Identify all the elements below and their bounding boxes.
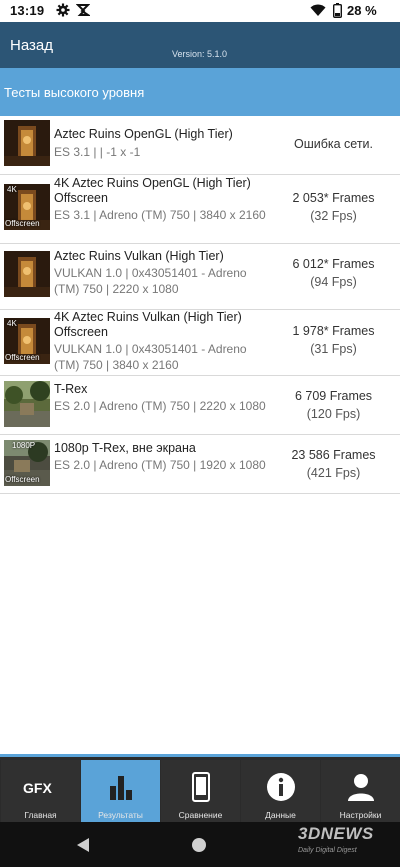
back-button[interactable]: Назад	[10, 37, 53, 54]
test-name: 1080p T-Rex, вне экрана	[54, 441, 196, 455]
nav-results[interactable]: Результаты	[81, 760, 160, 822]
nav-home-label: Главная	[24, 810, 57, 820]
test-fps: (94 Fps)	[310, 275, 357, 289]
nav-results-label: Результаты	[98, 810, 143, 820]
test-row[interactable]: Aztec Ruins OpenGL (High Tier) ES 3.1 | …	[0, 116, 400, 175]
nav-data-label: Данные	[265, 810, 296, 820]
thumb-tag-offscreen: Offscreen	[5, 475, 40, 484]
phone-icon	[192, 772, 210, 802]
test-details: ES 2.0 | Adreno (TM) 750 | 1920 x 1080	[54, 458, 266, 472]
app-header: Назад Version: 5.1.0	[0, 22, 400, 68]
test-name: 4K Aztec Ruins OpenGL (High Tier) Offscr…	[54, 176, 251, 205]
test-row[interactable]: Aztec Ruins Vulkan (High Tier) VULKAN 1.…	[0, 244, 400, 310]
nav-settings[interactable]: Настройки	[321, 760, 400, 822]
test-thumbnail: 1080P Offscreen	[4, 440, 50, 486]
info-icon	[267, 773, 295, 801]
user-icon	[348, 774, 374, 801]
test-thumbnail: 4K Offscreen	[4, 318, 50, 364]
nav-home[interactable]: GFX Главная	[1, 760, 80, 822]
test-details: VULKAN 1.0 | 0x43051401 - Adreno (TM) 75…	[54, 342, 247, 372]
gfx-notification-icon	[76, 4, 90, 16]
test-fps: (32 Fps)	[310, 209, 357, 223]
test-thumbnail	[4, 120, 50, 166]
watermark-logo: 3DNEWS Daily Digital Digest	[290, 822, 398, 867]
gfx-logo-icon: GFX	[23, 780, 52, 796]
test-row[interactable]: 1080P Offscreen 1080p T-Rex, вне экрана …	[0, 435, 400, 494]
test-name: T-Rex	[54, 382, 88, 396]
bottom-navigation: GFX Главная Результаты Сравнение Данные …	[0, 754, 400, 822]
test-result: 1 978* Frames	[292, 324, 375, 338]
test-details: ES 2.0 | Adreno (TM) 750 | 2220 x 1080	[54, 399, 266, 413]
watermark-sub: Daily Digital Digest	[298, 847, 357, 854]
thumb-tag-offscreen: Offscreen	[5, 353, 40, 362]
bar-chart-icon	[110, 776, 132, 800]
test-result: 6 012* Frames	[292, 257, 375, 271]
test-list: Aztec Ruins OpenGL (High Tier) ES 3.1 | …	[0, 116, 400, 494]
test-fps: (120 Fps)	[306, 407, 361, 421]
test-details: ES 3.1 | Adreno (TM) 750 | 3840 x 2160	[54, 208, 266, 222]
nav-data[interactable]: Данные	[241, 760, 320, 822]
system-home-icon[interactable]	[192, 838, 206, 852]
status-bar: 13:19 28 %	[0, 0, 400, 22]
section-title: Тесты высокого уровня	[4, 85, 145, 100]
test-result: 6 709 Frames	[294, 389, 373, 403]
nav-compare[interactable]: Сравнение	[161, 760, 240, 822]
thumb-tag: 4K	[7, 319, 17, 328]
test-result: 23 586 Frames	[291, 448, 376, 462]
test-row[interactable]: 4K Offscreen 4K Aztec Ruins OpenGL (High…	[0, 175, 400, 244]
section-header: Тесты высокого уровня	[0, 68, 400, 116]
test-row[interactable]: T-Rex ES 2.0 | Adreno (TM) 750 | 2220 x …	[0, 376, 400, 435]
test-name: Aztec Ruins Vulkan (High Tier)	[54, 249, 224, 263]
status-time: 13:19	[10, 3, 45, 18]
test-name: 4K Aztec Ruins Vulkan (High Tier) Offscr…	[54, 310, 242, 339]
battery-percent: 28 %	[347, 3, 377, 18]
wifi-icon	[310, 4, 326, 16]
watermark-main: 3DNEWS	[298, 824, 374, 843]
test-row[interactable]: 4K Offscreen 4K Aztec Ruins Vulkan (High…	[0, 310, 400, 376]
nav-settings-label: Настройки	[339, 810, 382, 820]
test-thumbnail: 4K Offscreen	[4, 184, 50, 230]
test-details: VULKAN 1.0 | 0x43051401 - Adreno (TM) 75…	[54, 266, 247, 296]
test-result: 2 053* Frames	[292, 191, 375, 205]
test-details: ES 3.1 | | -1 x -1	[54, 145, 141, 159]
nav-compare-label: Сравнение	[178, 810, 223, 820]
test-fps: (31 Fps)	[310, 342, 357, 356]
test-thumbnail	[4, 381, 50, 427]
gear-icon	[56, 3, 70, 17]
test-thumbnail	[4, 251, 50, 297]
test-name: Aztec Ruins OpenGL (High Tier)	[54, 127, 233, 141]
system-back-icon[interactable]	[76, 837, 90, 853]
test-result: Ошибка сети.	[293, 137, 374, 151]
version-label: Version: 5.1.0	[172, 49, 228, 59]
thumb-tag: 4K	[7, 185, 17, 194]
battery-icon	[333, 3, 342, 18]
thumb-tag: 1080P	[12, 441, 36, 450]
system-navigation-bar: 3DNEWS Daily Digital Digest	[0, 822, 400, 867]
thumb-tag-offscreen: Offscreen	[5, 219, 40, 228]
test-fps: (421 Fps)	[306, 466, 361, 480]
